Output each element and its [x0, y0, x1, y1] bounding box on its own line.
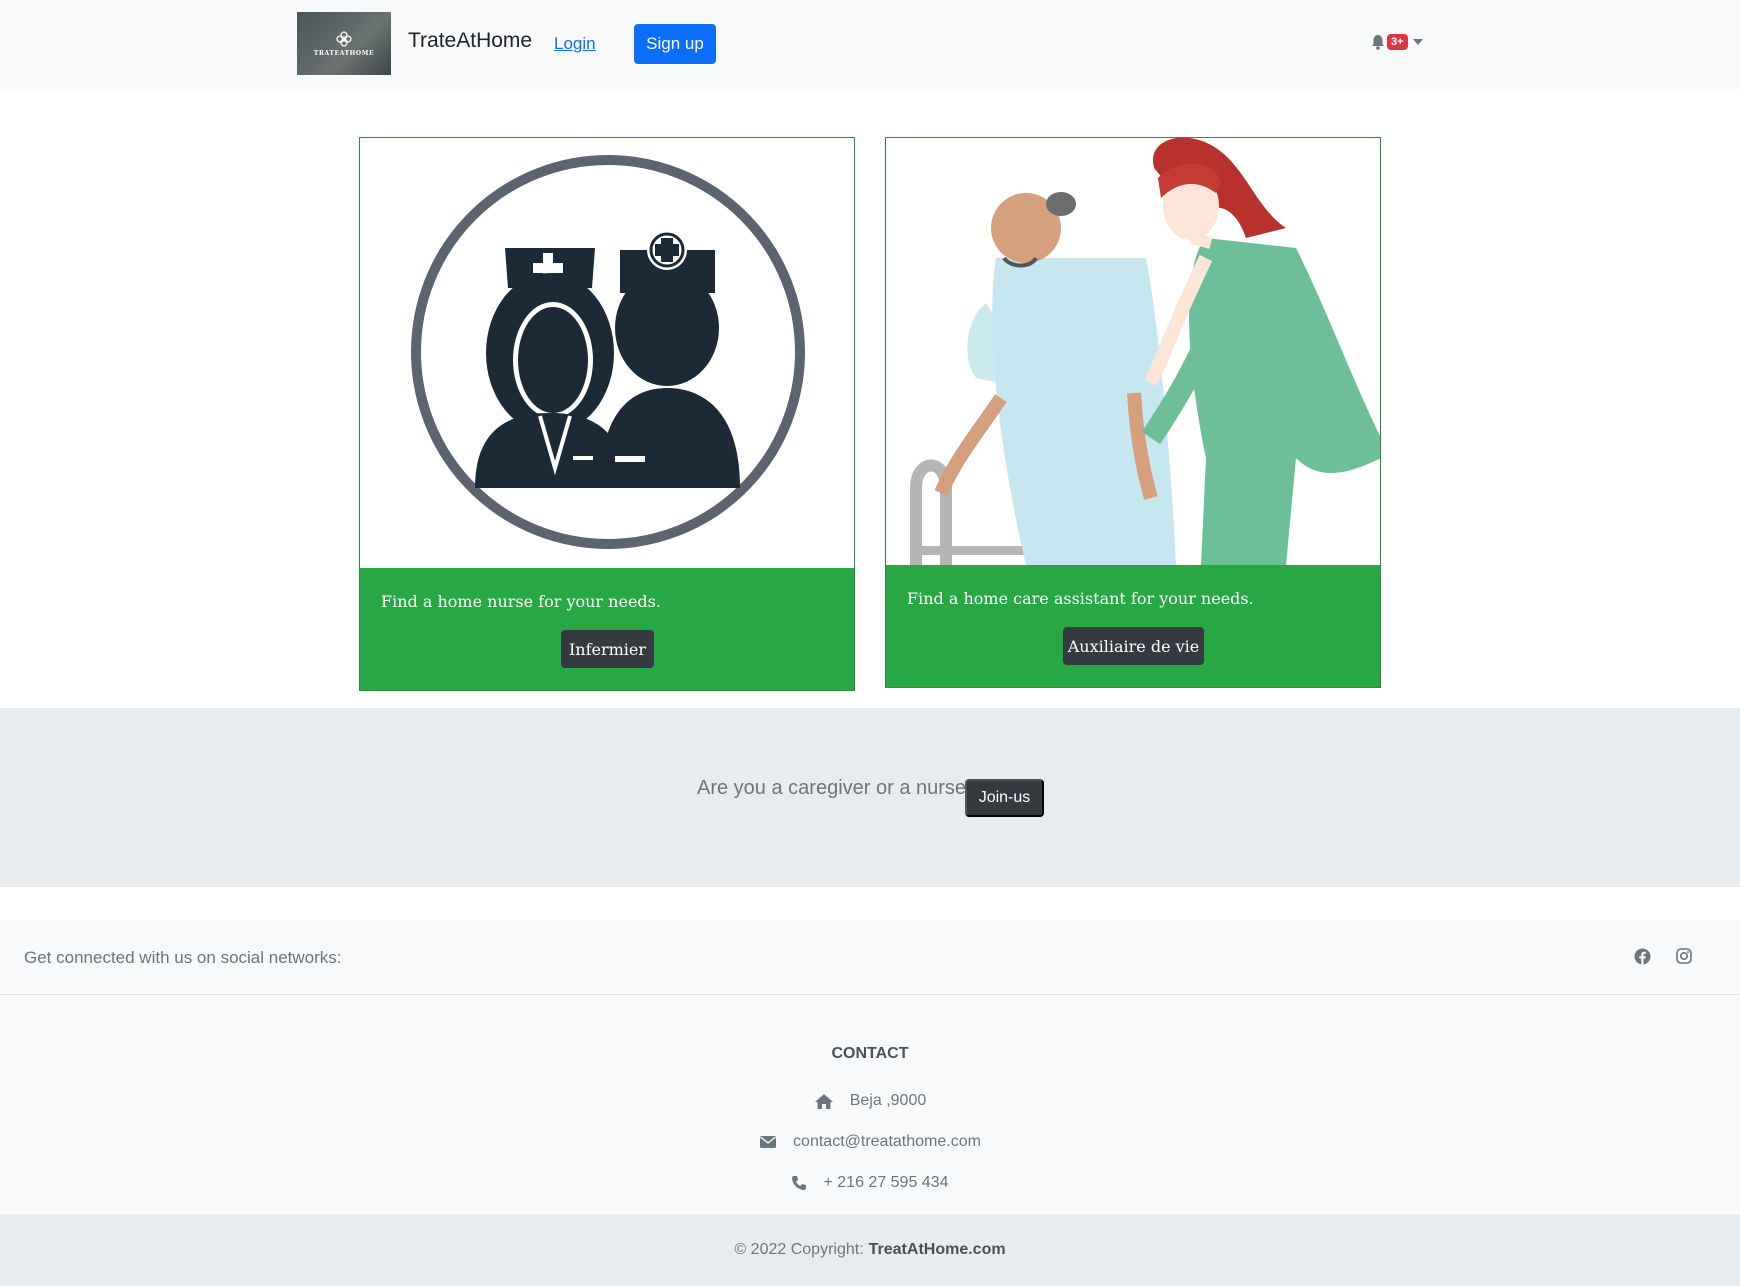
copyright-link[interactable]: TreatAtHome.com: [869, 1241, 1006, 1259]
join-section: Are you a caregiver or a nurse? Join-us: [0, 708, 1740, 887]
join-text: Are you a caregiver or a nurse?: [697, 777, 978, 799]
nurse-card-image: [360, 138, 854, 568]
chevron-down-icon: [1412, 39, 1423, 45]
login-link[interactable]: Login: [554, 34, 596, 54]
nurse-card-text: Find a home nurse for your needs.: [381, 592, 661, 611]
copyright-bar: © 2022 Copyright: TreatAtHome.com: [0, 1214, 1740, 1286]
email-text[interactable]: contact@treatathome.com: [793, 1133, 981, 1151]
infermier-button[interactable]: Infermier: [561, 630, 654, 668]
envelope-icon: [760, 1136, 777, 1148]
auxiliaire-button[interactable]: Auxiliaire de vie: [1063, 627, 1204, 665]
social-bar: Get connected with us on social networks…: [0, 920, 1740, 995]
contact-address: Beja ,9000: [0, 1092, 1740, 1110]
notifications-dropdown[interactable]: 3+: [1371, 34, 1423, 50]
join-us-button[interactable]: Join-us: [965, 779, 1044, 817]
phone-icon: [792, 1176, 807, 1190]
caregiver-card: Find a home care assistant for your need…: [885, 137, 1381, 688]
contact-email: contact@treatathome.com: [0, 1133, 1740, 1151]
caregiver-card-image: [886, 138, 1380, 565]
copyright-text: © 2022 Copyright:: [734, 1241, 864, 1258]
caregiver-illustration: [886, 138, 1380, 565]
facebook-icon[interactable]: [1634, 948, 1651, 965]
bell-icon: [1372, 35, 1384, 50]
footer: Get connected with us on social networks…: [0, 920, 1740, 1286]
contact-phone: + 216 27 595 434: [0, 1174, 1740, 1192]
notification-badge: 3+: [1387, 34, 1408, 50]
phone-text[interactable]: + 216 27 595 434: [823, 1174, 948, 1192]
signup-button[interactable]: Sign up: [634, 24, 716, 64]
brand-name[interactable]: TrateAtHome: [408, 29, 532, 53]
home-icon: [814, 1093, 833, 1109]
social-text: Get connected with us on social networks…: [24, 948, 342, 967]
logo-mark-icon: [336, 30, 352, 47]
address-text: Beja ,9000: [849, 1092, 927, 1109]
navbar: TRATEATHOME TrateAtHome Login Sign up 3+: [0, 0, 1740, 89]
instagram-icon[interactable]: [1676, 948, 1692, 964]
caregiver-card-text: Find a home care assistant for your need…: [907, 589, 1254, 608]
nurse-card: Find a home nurse for your needs. Inferm…: [359, 137, 855, 691]
contact-title: CONTACT: [831, 1045, 909, 1062]
nurse-doctor-illustration: [360, 138, 854, 568]
nurse-card-body: Find a home nurse for your needs. Inferm…: [360, 568, 854, 690]
caregiver-card-body: Find a home care assistant for your need…: [886, 565, 1380, 687]
brand-logo[interactable]: TRATEATHOME: [297, 12, 391, 75]
logo-text: TRATEATHOME: [313, 49, 375, 57]
